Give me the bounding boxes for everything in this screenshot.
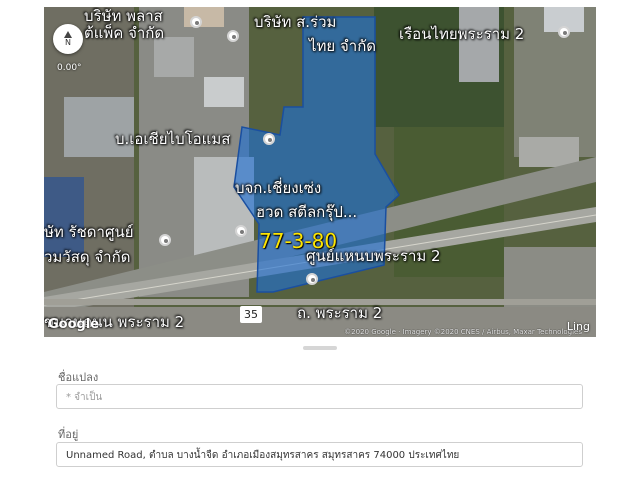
- map-pin-icon[interactable]: [235, 225, 247, 237]
- map-imagery: [44, 7, 596, 337]
- map-label: ฮวด สตีลกรุ๊ป...: [256, 203, 358, 221]
- address-field[interactable]: Unnamed Road, ตำบล บางน้ำจืด อำเภอเมืองส…: [56, 442, 583, 467]
- compass-button[interactable]: N: [53, 24, 83, 54]
- map-pin-icon[interactable]: [558, 26, 570, 38]
- map-label: ถ. พระราม 2: [297, 304, 383, 322]
- google-logo: Google: [48, 317, 100, 332]
- map-label: วมวัสดุ จำกัด: [44, 248, 131, 266]
- parcel-name-field[interactable]: [56, 384, 583, 409]
- route-shield: 35: [240, 306, 262, 323]
- map-label: ษัท รัชดาศูนย์: [44, 223, 134, 241]
- parcel-name-input[interactable]: [57, 386, 582, 409]
- map-label: ศูนย์แหนบพระราม 2: [306, 247, 441, 265]
- map-pin-icon[interactable]: [227, 30, 239, 42]
- watermark: Ling: [566, 320, 590, 333]
- address-label: ที่อยู่: [58, 428, 79, 441]
- sheet-drag-handle[interactable]: [303, 346, 337, 350]
- map-label: เรือนไทยพระราม 2: [399, 25, 525, 43]
- map-label: บจก.เชี่ยงเซ่ง: [235, 179, 322, 197]
- map-attribution: ©2020 Google · Imagery ©2020 CNES / Airb…: [344, 328, 582, 336]
- heading-readout: 0.00°: [57, 63, 82, 73]
- map-pin-icon[interactable]: [263, 133, 275, 145]
- address-value[interactable]: Unnamed Road, ตำบล บางน้ำจืด อำเภอเมืองส…: [66, 443, 459, 468]
- map-pin-icon[interactable]: [159, 234, 171, 246]
- satellite-map[interactable]: N 0.00° บริษัท พลาส ต้แพ็ค จำกัด บริษัท …: [44, 7, 596, 337]
- map-label: บริษัท ส.ร่วม: [254, 13, 337, 31]
- compass-arrow-icon: [64, 31, 72, 38]
- map-label: ต้แพ็ค จำกัด: [84, 24, 165, 42]
- map-pin-icon[interactable]: [190, 16, 202, 28]
- map-label: บ.เอเชียไบโอแมส: [115, 130, 231, 148]
- map-pin-icon[interactable]: [306, 273, 318, 285]
- compass-north-label: N: [65, 38, 71, 47]
- map-label: ไทย จำกัด: [309, 37, 377, 55]
